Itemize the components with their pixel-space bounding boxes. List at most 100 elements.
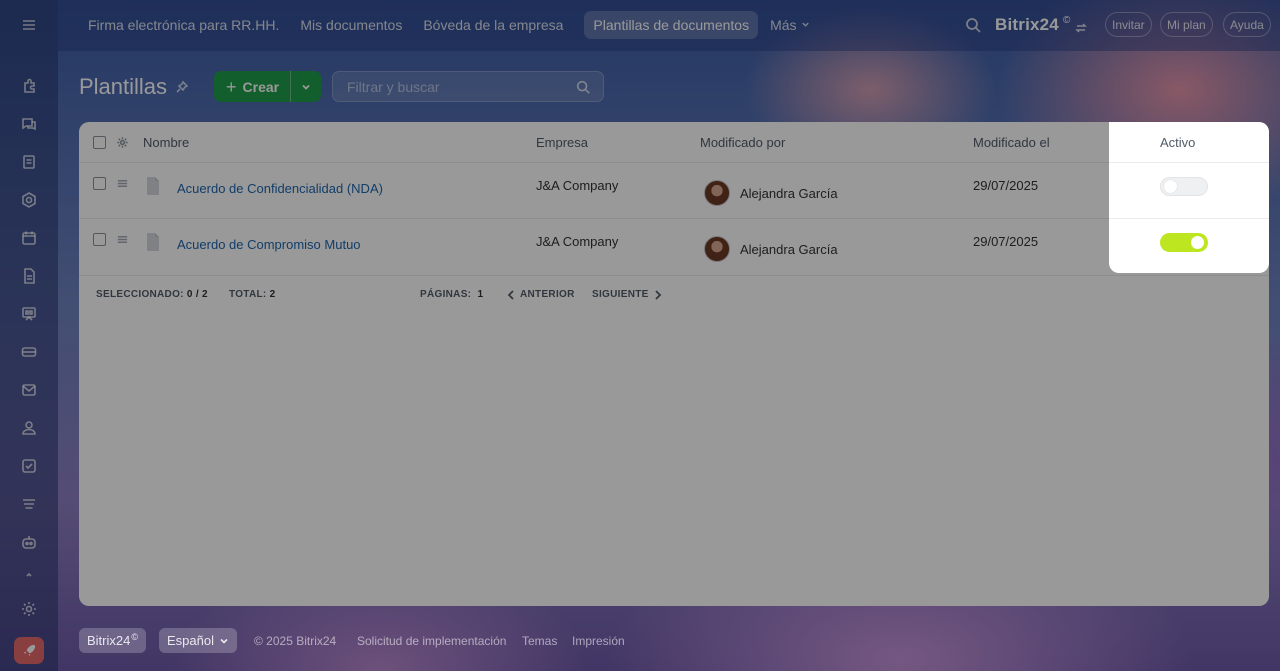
brand-sup: © bbox=[1062, 14, 1071, 26]
top-nav: Firma electrónica para RR.HH. Mis docume… bbox=[88, 10, 831, 39]
prev-page-button[interactable]: ANTERIOR bbox=[507, 289, 575, 300]
table-row[interactable]: Acuerdo de Compromiso Mutuo J&A Company … bbox=[79, 219, 1269, 276]
modified-on-cell: 29/07/2025 bbox=[973, 178, 1039, 193]
tab-hr-signature[interactable]: Firma electrónica para RR.HH. bbox=[88, 11, 288, 39]
modified-on-cell: 29/07/2025 bbox=[973, 234, 1039, 249]
left-rail bbox=[0, 0, 58, 671]
footer-brand-sup: © bbox=[131, 631, 138, 642]
layers-icon[interactable] bbox=[19, 494, 39, 514]
mail-icon[interactable] bbox=[19, 380, 39, 400]
modified-by-cell[interactable]: Alejandra García bbox=[740, 242, 838, 257]
search-icon[interactable] bbox=[575, 79, 591, 95]
pages-value: 1 bbox=[477, 289, 484, 300]
create-label: Crear bbox=[242, 78, 280, 95]
total-value: 2 bbox=[269, 289, 276, 300]
language-selector[interactable]: Español bbox=[159, 628, 237, 653]
selected-value: 0 / 2 bbox=[186, 289, 208, 300]
rocket-icon[interactable] bbox=[14, 637, 44, 664]
brand-name: Bitrix24 bbox=[995, 15, 1059, 34]
tab-my-documents[interactable]: Mis documentos bbox=[300, 11, 411, 39]
footer-implementation-link[interactable]: Solicitud de implementación bbox=[357, 634, 506, 648]
filter-placeholder: Filtrar y buscar bbox=[347, 78, 440, 95]
active-toggle-on[interactable] bbox=[1160, 233, 1208, 252]
board-icon[interactable] bbox=[19, 304, 39, 324]
chevron-up-icon[interactable] bbox=[19, 566, 39, 586]
my-plan-button[interactable]: Mi plan bbox=[1160, 12, 1213, 37]
active-cell-row-1 bbox=[1109, 163, 1269, 219]
active-toggle-off[interactable] bbox=[1160, 177, 1208, 196]
chevron-down-icon bbox=[302, 84, 310, 90]
selected-label: SELECCIONADO: bbox=[96, 289, 184, 300]
footer-themes-link[interactable]: Temas bbox=[522, 634, 557, 648]
filter-search-input[interactable]: Filtrar y buscar bbox=[332, 71, 604, 102]
toggle-knob bbox=[1164, 180, 1177, 193]
pages-count: PÁGINAS: 1 bbox=[420, 289, 483, 300]
company-cell: J&A Company bbox=[536, 234, 619, 249]
pages-label: PÁGINAS: bbox=[420, 289, 472, 300]
templates-grid: Nombre Empresa Modificado por Modificado… bbox=[79, 122, 1269, 606]
company-cell: J&A Company bbox=[536, 178, 619, 193]
modified-by-cell[interactable]: Alejandra García bbox=[740, 186, 838, 201]
tab-more[interactable]: Más bbox=[770, 11, 818, 39]
selected-count: SELECCIONADO: 0 / 2 bbox=[96, 289, 208, 300]
total-count: TOTAL: 2 bbox=[229, 289, 276, 300]
table-row[interactable]: Acuerdo de Confidencialidad (NDA) J&A Co… bbox=[79, 163, 1269, 219]
menu-icon[interactable] bbox=[19, 15, 39, 35]
swap-icon[interactable] bbox=[1074, 19, 1087, 33]
hexagon-icon[interactable] bbox=[19, 190, 39, 210]
tab-document-templates[interactable]: Plantillas de documentos bbox=[584, 10, 759, 39]
plus-icon: + bbox=[226, 76, 237, 97]
column-active[interactable]: Activo bbox=[1160, 135, 1195, 150]
template-name-link[interactable]: Acuerdo de Compromiso Mutuo bbox=[177, 237, 361, 252]
gear-icon[interactable] bbox=[116, 136, 129, 152]
page-title-text: Plantillas bbox=[79, 74, 168, 99]
pin-icon[interactable] bbox=[175, 74, 189, 100]
avatar[interactable] bbox=[704, 236, 730, 262]
drag-handle-icon[interactable] bbox=[116, 177, 129, 193]
puzzle-icon[interactable] bbox=[19, 76, 39, 96]
tab-more-label: Más bbox=[770, 16, 797, 33]
page-title: Plantillas bbox=[79, 74, 189, 100]
create-button[interactable]: + Crear bbox=[214, 71, 321, 102]
active-column-header: Activo bbox=[1109, 122, 1269, 163]
total-label: TOTAL: bbox=[229, 289, 267, 300]
select-all-checkbox[interactable] bbox=[93, 136, 106, 149]
help-button[interactable]: Ayuda bbox=[1223, 12, 1271, 37]
brand-logo[interactable]: Bitrix24 © bbox=[995, 15, 1087, 35]
calendar-icon[interactable] bbox=[19, 228, 39, 248]
contacts-icon[interactable] bbox=[19, 418, 39, 438]
tasks-icon[interactable] bbox=[19, 456, 39, 476]
column-company[interactable]: Empresa bbox=[536, 135, 588, 150]
next-page-button[interactable]: SIGUIENTE bbox=[592, 289, 662, 300]
language-label: Español bbox=[167, 633, 214, 648]
drag-handle-icon[interactable] bbox=[116, 233, 129, 249]
row-checkbox[interactable] bbox=[93, 177, 106, 190]
create-button-main[interactable]: + Crear bbox=[214, 71, 291, 102]
search-icon[interactable] bbox=[964, 16, 982, 34]
column-modified-on[interactable]: Modificado el bbox=[973, 135, 1050, 150]
top-bar: Firma electrónica para RR.HH. Mis docume… bbox=[58, 0, 1280, 51]
tab-company-vault[interactable]: Bóveda de la empresa bbox=[423, 11, 572, 39]
column-name[interactable]: Nombre bbox=[143, 135, 189, 150]
row-checkbox[interactable] bbox=[93, 233, 106, 246]
feed-icon[interactable] bbox=[19, 152, 39, 172]
crm-icon[interactable] bbox=[19, 342, 39, 362]
settings-icon[interactable] bbox=[19, 599, 39, 619]
robot-icon[interactable] bbox=[19, 532, 39, 552]
column-modified-by[interactable]: Modificado por bbox=[700, 135, 785, 150]
active-column-highlight: Activo bbox=[1109, 122, 1269, 273]
prev-label: ANTERIOR bbox=[520, 289, 575, 300]
toggle-knob bbox=[1191, 236, 1204, 249]
avatar[interactable] bbox=[704, 180, 730, 206]
grid-footer: SELECCIONADO: 0 / 2 TOTAL: 2 PÁGINAS: 1 … bbox=[79, 285, 1269, 305]
chat-icon[interactable] bbox=[19, 114, 39, 134]
invite-button[interactable]: Invitar bbox=[1105, 12, 1152, 37]
document-icon[interactable] bbox=[19, 266, 39, 286]
chevron-down-icon bbox=[801, 22, 809, 27]
create-dropdown-button[interactable] bbox=[291, 82, 321, 92]
chevron-left-icon bbox=[507, 289, 514, 300]
footer-brand-button[interactable]: Bitrix24 © bbox=[79, 628, 146, 653]
footer-copyright: © 2025 Bitrix24 bbox=[254, 634, 337, 648]
footer-print-link[interactable]: Impresión bbox=[572, 634, 625, 648]
template-name-link[interactable]: Acuerdo de Confidencialidad (NDA) bbox=[177, 181, 383, 196]
